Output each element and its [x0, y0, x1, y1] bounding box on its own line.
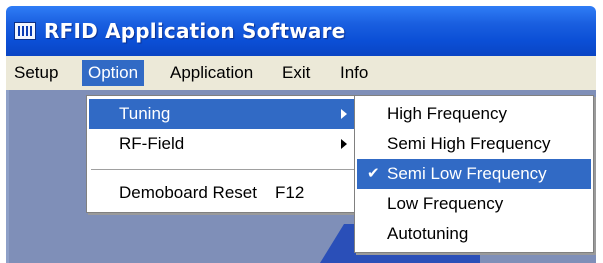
- menu-item-semi-low-frequency[interactable]: ✔ Semi Low Frequency: [357, 159, 591, 189]
- menu-item-tuning[interactable]: Tuning: [89, 99, 357, 129]
- menu-item-label: RF-Field: [119, 134, 185, 153]
- menu-item-label: Demoboard Reset: [119, 183, 257, 202]
- menu-separator: [91, 169, 355, 171]
- menu-item-low-frequency[interactable]: Low Frequency: [357, 189, 591, 219]
- menu-item-rf-field[interactable]: RF-Field: [89, 129, 357, 159]
- menu-item-label: Tuning: [119, 104, 171, 123]
- menu-option[interactable]: Option: [82, 60, 145, 86]
- menu-item-label: High Frequency: [387, 104, 508, 123]
- submenu-arrow-icon: [341, 109, 347, 119]
- menu-item-demoboard-reset[interactable]: Demoboard Reset F12: [89, 178, 357, 208]
- menu-item-label: Semi High Frequency: [387, 134, 551, 153]
- menu-item-label: Autotuning: [387, 224, 469, 243]
- menu-item-label: Semi Low Frequency: [387, 164, 547, 183]
- menu-exit[interactable]: Exit: [276, 60, 316, 86]
- window-title: RFID Application Software: [44, 19, 346, 43]
- app-logo-icon: [14, 22, 36, 40]
- menu-item-high-frequency[interactable]: High Frequency: [357, 99, 591, 129]
- menu-setup[interactable]: Setup: [8, 60, 64, 86]
- tuning-submenu: High Frequency Semi High Frequency ✔ Sem…: [354, 95, 594, 253]
- menu-bar: Setup Option Application Exit Info: [6, 56, 596, 91]
- menu-item-semi-high-frequency[interactable]: Semi High Frequency: [357, 129, 591, 159]
- option-menu: Tuning RF-Field Demoboard Reset F12: [86, 95, 360, 213]
- submenu-arrow-icon: [341, 139, 347, 149]
- shortcut-label: F12: [275, 183, 305, 202]
- title-bar[interactable]: RFID Application Software: [6, 6, 596, 56]
- menu-info[interactable]: Info: [334, 60, 374, 86]
- menu-item-label: Low Frequency: [387, 194, 504, 213]
- menu-item-autotuning[interactable]: Autotuning: [357, 219, 591, 249]
- checkmark-icon: ✔: [367, 165, 380, 182]
- menu-application[interactable]: Application: [164, 60, 259, 86]
